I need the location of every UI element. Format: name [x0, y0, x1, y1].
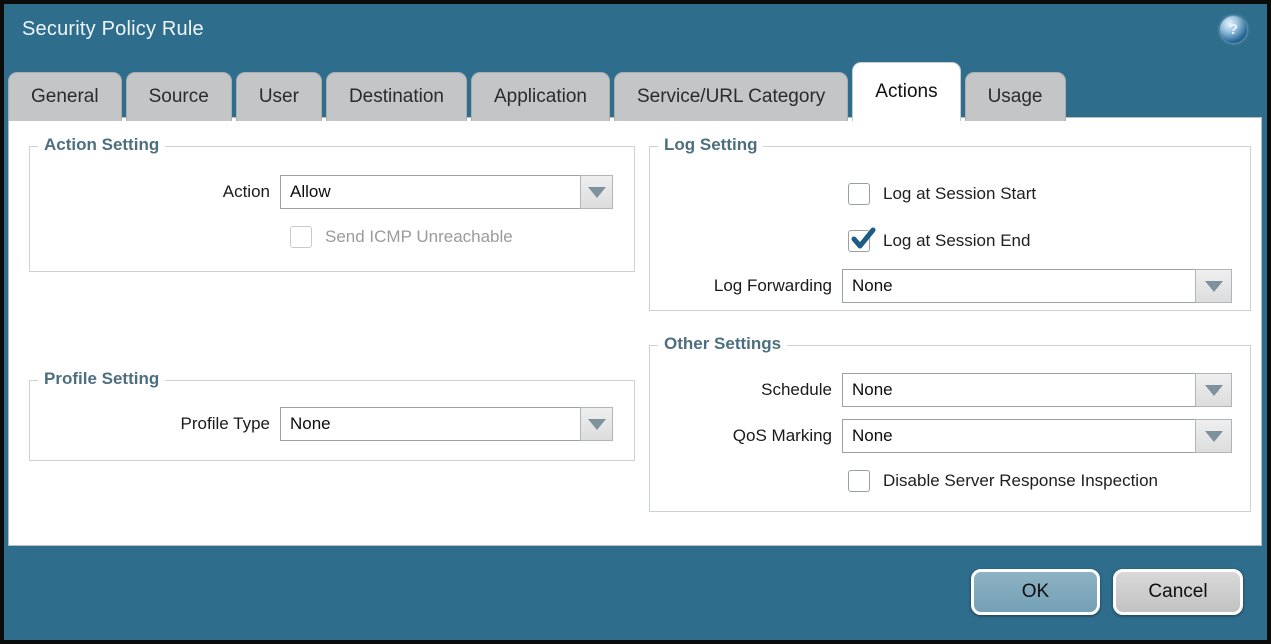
schedule-dropdown: None [842, 373, 1232, 407]
disable-server-response-inspection-checkbox[interactable] [848, 470, 870, 492]
profile-setting-legend: Profile Setting [38, 369, 165, 389]
qos-marking-dropdown-button[interactable] [1195, 419, 1232, 453]
tab-destination[interactable]: Destination [326, 72, 467, 121]
log-forwarding-label: Log Forwarding [650, 276, 842, 296]
dialog-footer: OK Cancel [971, 569, 1243, 615]
profile-type-label: Profile Type [30, 414, 280, 434]
log-setting-legend: Log Setting [658, 135, 763, 155]
tab-application[interactable]: Application [471, 72, 610, 121]
action-setting-group: Action Setting Action Allow Send ICMP Un… [29, 146, 635, 272]
log-at-session-end-label: Log at Session End [870, 231, 1030, 251]
disable-server-response-inspection-label: Disable Server Response Inspection [870, 471, 1158, 491]
action-label: Action [30, 182, 280, 202]
tab-user[interactable]: User [236, 72, 322, 121]
profile-type-dropdown-button[interactable] [580, 407, 613, 441]
other-settings-group: Other Settings Schedule None QoS Marking… [649, 345, 1251, 512]
log-setting-group: Log Setting Log at Session Start Log at … [649, 146, 1251, 311]
tab-bar: General Source User Destination Applicat… [8, 62, 1070, 121]
dialog-title: Security Policy Rule [22, 18, 204, 41]
action-dropdown-value[interactable]: Allow [280, 175, 581, 209]
help-icon[interactable]: ? [1220, 16, 1247, 43]
checkmark-icon [849, 226, 876, 253]
schedule-dropdown-value[interactable]: None [842, 373, 1196, 407]
action-dropdown: Allow [280, 175, 613, 209]
chevron-down-icon [588, 419, 606, 430]
action-dropdown-button[interactable] [580, 175, 613, 209]
tab-source[interactable]: Source [126, 72, 232, 121]
qos-marking-label: QoS Marking [650, 426, 842, 446]
profile-type-dropdown: None [280, 407, 613, 441]
security-policy-rule-dialog: Security Policy Rule ? General Source Us… [0, 0, 1271, 644]
chevron-down-icon [1205, 281, 1223, 292]
qos-marking-dropdown: None [842, 419, 1232, 453]
chevron-down-icon [588, 187, 606, 198]
other-settings-legend: Other Settings [658, 334, 787, 354]
log-forwarding-dropdown-button[interactable] [1195, 269, 1232, 303]
log-at-session-start-label: Log at Session Start [870, 184, 1036, 204]
profile-type-dropdown-value[interactable]: None [280, 407, 581, 441]
log-forwarding-dropdown: None [842, 269, 1232, 303]
ok-button[interactable]: OK [971, 569, 1100, 615]
log-forwarding-dropdown-value[interactable]: None [842, 269, 1196, 303]
action-setting-legend: Action Setting [38, 135, 165, 155]
send-icmp-unreachable-checkbox[interactable] [290, 226, 312, 248]
tab-usage[interactable]: Usage [965, 72, 1066, 121]
qos-marking-dropdown-value[interactable]: None [842, 419, 1196, 453]
chevron-down-icon [1205, 385, 1223, 396]
send-icmp-unreachable-label: Send ICMP Unreachable [312, 227, 513, 247]
log-at-session-start-checkbox[interactable] [848, 183, 870, 205]
log-at-session-end-checkbox[interactable] [848, 230, 870, 252]
actions-tab-panel: Action Setting Action Allow Send ICMP Un… [8, 117, 1262, 546]
tab-actions[interactable]: Actions [852, 62, 960, 121]
chevron-down-icon [1205, 431, 1223, 442]
schedule-dropdown-button[interactable] [1195, 373, 1232, 407]
tab-general[interactable]: General [8, 72, 122, 121]
cancel-button[interactable]: Cancel [1113, 569, 1243, 615]
profile-setting-group: Profile Setting Profile Type None [29, 380, 635, 461]
schedule-label: Schedule [650, 380, 842, 400]
tab-service-url-category[interactable]: Service/URL Category [614, 72, 848, 121]
